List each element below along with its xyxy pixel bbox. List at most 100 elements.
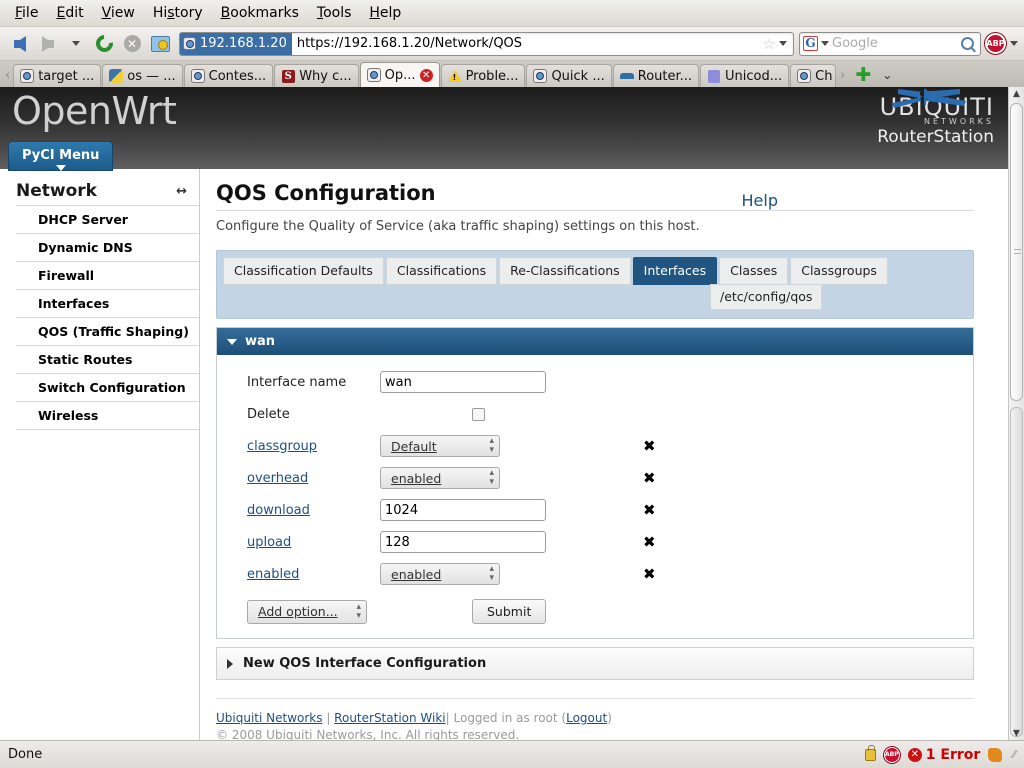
openwrt-logo: OpenWrt xyxy=(12,89,177,133)
error-badge[interactable]: ✕ 1 Error xyxy=(907,747,980,763)
triangle-down-icon[interactable] xyxy=(227,338,237,345)
remove-enabled-button[interactable]: ✖ xyxy=(643,565,656,583)
browser-tab[interactable]: Ch xyxy=(790,64,837,87)
wan-panel-header[interactable]: wan xyxy=(217,328,973,355)
browser-tab[interactable]: target ... xyxy=(13,64,102,87)
enabled-link[interactable]: enabled xyxy=(247,567,299,582)
address-bar-text[interactable]: https://192.168.1.20/Network/QOS xyxy=(292,36,760,51)
search-input[interactable]: Google xyxy=(832,36,958,51)
routerstation-wiki-link[interactable]: RouterStation Wiki xyxy=(334,711,445,725)
browser-tab[interactable]: Quick ... xyxy=(526,64,612,87)
lock-icon[interactable] xyxy=(864,744,876,761)
remove-classgroup-button[interactable]: ✖ xyxy=(643,437,656,455)
new-qos-interface-panel[interactable]: New QOS Interface Configuration xyxy=(216,647,974,680)
remove-upload-button[interactable]: ✖ xyxy=(643,533,656,551)
search-icon[interactable] xyxy=(961,37,974,50)
download-link[interactable]: download xyxy=(247,503,310,518)
adblock-plus-icon[interactable]: ABP xyxy=(985,33,1006,54)
sidebar-item-switch-configuration[interactable]: Switch Configuration xyxy=(16,373,199,401)
page-scrollbar[interactable]: ▲ ▲ ▲ xyxy=(1008,87,1024,740)
scrollbar-track[interactable] xyxy=(1010,101,1023,737)
tab-classgroups[interactable]: Classgroups xyxy=(790,257,888,285)
menu-view[interactable]: View xyxy=(93,2,144,24)
scrollbar-lower-track[interactable] xyxy=(1010,407,1023,737)
download-input[interactable] xyxy=(380,499,546,521)
close-icon[interactable]: ✕ xyxy=(419,68,433,82)
browser-tab[interactable]: Router... xyxy=(612,64,700,87)
browser-tab-active[interactable]: Op... ✕ xyxy=(359,62,440,87)
new-tab-button[interactable]: ✚ xyxy=(848,66,878,87)
tabstrip-scroll-right-icon[interactable]: › xyxy=(837,68,848,87)
address-dropdown-icon[interactable] xyxy=(779,41,787,46)
subtab-config-path[interactable]: /etc/config/qos xyxy=(710,284,823,310)
logout-link[interactable]: Logout xyxy=(566,711,607,725)
back-button[interactable] xyxy=(6,30,34,58)
triangle-right-icon[interactable] xyxy=(227,658,233,669)
page-icon xyxy=(797,69,812,83)
menu-tools[interactable]: Tools xyxy=(308,2,361,24)
google-icon[interactable]: G xyxy=(803,36,818,51)
upload-link[interactable]: upload xyxy=(247,535,291,550)
menu-help[interactable]: Help xyxy=(360,2,410,24)
address-bar[interactable]: 192.168.1.20 https://192.168.1.20/Networ… xyxy=(179,31,794,56)
toolbar-overflow-chevron-icon[interactable] xyxy=(1010,41,1018,46)
scrollbar-thumb[interactable] xyxy=(1010,103,1023,401)
tab-classes[interactable]: Classes xyxy=(719,257,789,285)
menu-bookmarks[interactable]: Bookmarks xyxy=(212,2,308,24)
scroll-up-arrow-icon[interactable]: ▲ xyxy=(1013,87,1020,101)
pyci-menu-button[interactable]: PyCI Menu xyxy=(8,141,114,171)
help-link[interactable]: Help xyxy=(742,191,778,210)
sidebar-item-wireless[interactable]: Wireless xyxy=(16,401,199,430)
menu-file[interactable]: File xyxy=(6,2,47,24)
home-button[interactable] xyxy=(146,30,174,58)
overhead-link[interactable]: overhead xyxy=(247,471,308,486)
browser-tab[interactable]: S Why c... xyxy=(274,64,359,87)
reload-button[interactable] xyxy=(90,30,118,58)
sidebar-item-dynamic-dns[interactable]: Dynamic DNS xyxy=(16,233,199,261)
sidebar-item-qos[interactable]: QOS (Traffic Shaping) xyxy=(16,317,199,345)
tab-classification-defaults[interactable]: Classification Defaults xyxy=(223,257,384,285)
upload-input[interactable] xyxy=(380,531,546,553)
delete-checkbox[interactable] xyxy=(472,407,485,421)
tab-classifications[interactable]: Classifications xyxy=(385,257,498,285)
search-engine-chevron-icon[interactable] xyxy=(821,41,829,46)
menu-edit[interactable]: Edit xyxy=(47,2,92,24)
sidebar-title-row: Network ↔ xyxy=(16,181,199,205)
sidebar-item-dhcp-server[interactable]: DHCP Server xyxy=(16,205,199,233)
reload-icon xyxy=(92,31,116,56)
interface-name-input[interactable] xyxy=(380,371,546,393)
ubiquiti-networks-link[interactable]: Ubiquiti Networks xyxy=(216,711,323,725)
browser-tab[interactable]: Unicod... xyxy=(700,64,790,87)
browser-tab[interactable]: Proble... xyxy=(440,64,526,87)
classgroup-link[interactable]: classgroup xyxy=(247,439,317,454)
remove-overhead-button[interactable]: ✖ xyxy=(643,469,656,487)
field-row-delete: Delete xyxy=(247,401,973,427)
adblock-plus-status-icon[interactable]: ABP xyxy=(883,746,900,763)
tab-re-classifications[interactable]: Re-Classifications xyxy=(499,257,631,285)
tab-interfaces[interactable]: Interfaces xyxy=(632,257,718,285)
menu-history[interactable]: History xyxy=(144,2,212,24)
resize-grip-icon[interactable]: ⁄⁄ xyxy=(1012,748,1016,761)
resize-handle-icon[interactable]: ↔ xyxy=(176,184,187,199)
sidebar-item-static-routes[interactable]: Static Routes xyxy=(16,345,199,373)
browser-tab[interactable]: Contes... xyxy=(183,64,274,87)
scroll-down-arrow-icon-2[interactable]: ▲ xyxy=(1013,726,1020,740)
tab-list-chevron-icon[interactable]: ⌄ xyxy=(878,68,900,87)
search-bar[interactable]: G Google xyxy=(799,31,981,56)
firebug-icon[interactable] xyxy=(988,747,1003,762)
sidebar-item-interfaces[interactable]: Interfaces xyxy=(16,289,199,317)
overhead-select[interactable]: enabled ▴ ▾ xyxy=(380,467,500,489)
classgroup-select[interactable]: Default ▴ ▾ xyxy=(380,435,500,457)
bookmark-star-icon[interactable]: ☆ xyxy=(760,35,779,53)
remove-download-button[interactable]: ✖ xyxy=(643,501,656,519)
forward-button[interactable] xyxy=(34,30,62,58)
sidebar-item-firewall[interactable]: Firewall xyxy=(16,261,199,289)
browser-tab[interactable]: os — ... xyxy=(102,64,183,87)
submit-button[interactable]: Submit xyxy=(472,599,547,624)
stop-button[interactable]: ✕ xyxy=(118,30,146,58)
enabled-select[interactable]: enabled ▴ ▾ xyxy=(380,563,500,585)
tabstrip-scroll-left-icon[interactable]: ‹ xyxy=(2,68,13,87)
add-option-select[interactable]: Add option... ▴ ▾ xyxy=(247,599,367,624)
site-identity-badge[interactable]: 192.168.1.20 xyxy=(180,32,292,55)
history-dropdown-button[interactable] xyxy=(62,30,90,58)
